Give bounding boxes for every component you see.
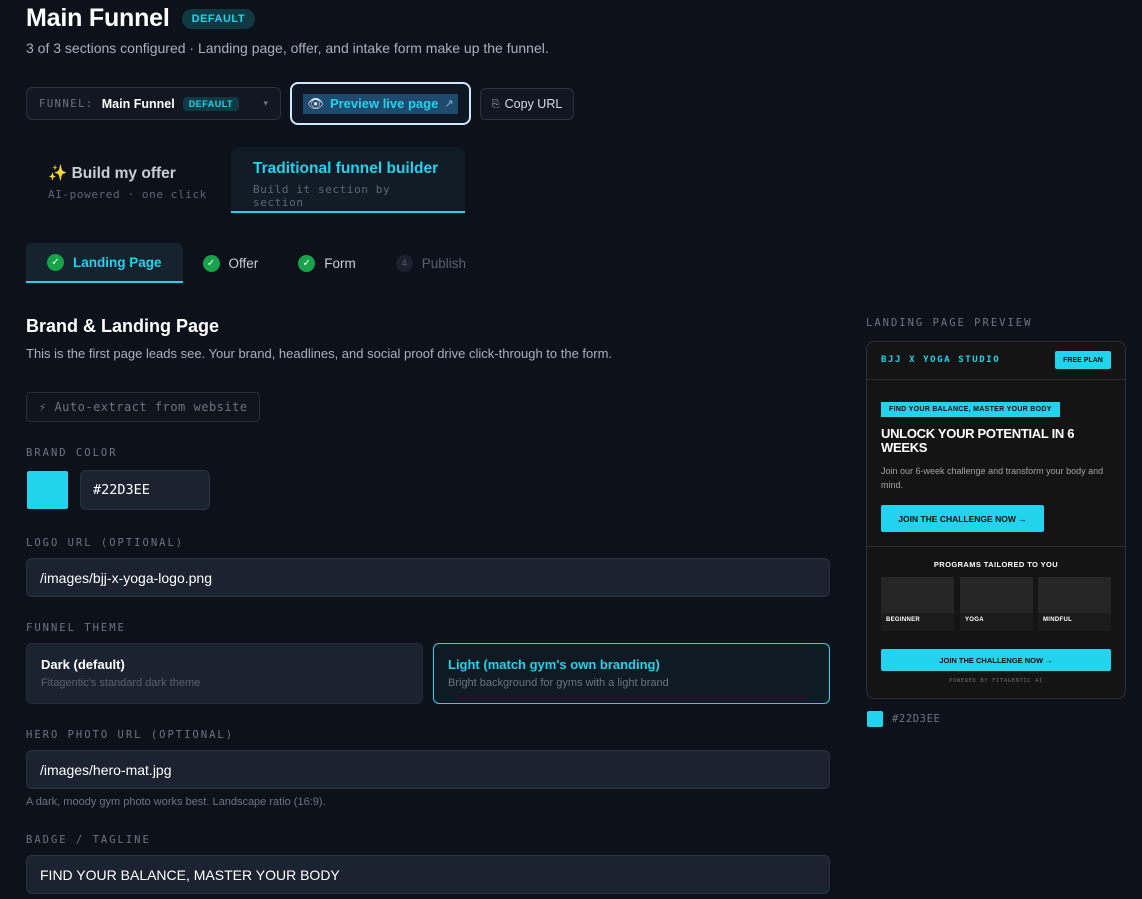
funnel-select-label: FUNNEL: — [39, 97, 94, 110]
step-offer[interactable]: ✓ Offer — [183, 243, 279, 283]
theme-option-dark-title: Dark (default) — [41, 657, 125, 672]
preview-cta-bottom-button: JOIN THE CHALLENGE NOW → — [881, 649, 1111, 671]
check-icon: ✓ — [202, 254, 220, 272]
theme-option-dark[interactable]: Dark (default) Fitagentic's standard dar… — [26, 643, 423, 704]
tab-build-my-offer-subtitle: AI-powered · one click — [48, 188, 207, 201]
logo-url-input[interactable]: /images/bjj-x-yoga-logo.png — [26, 558, 830, 597]
preview-programs-title: PROGRAMS TAILORED TO YOU — [933, 560, 1059, 569]
eye-icon: 👁 — [307, 95, 324, 111]
preview-color-chip — [867, 711, 883, 727]
preview-live-page-label: Preview live page — [329, 96, 439, 111]
step-form-label: Form — [324, 255, 356, 271]
step-publish[interactable]: 4 Publish — [376, 243, 486, 283]
tab-build-my-offer[interactable]: ✨ Build my offer AI-powered · one click — [26, 147, 231, 213]
funnel-select-value: Main Funnel — [101, 96, 175, 111]
preview-free-plan-button: FREE PLAN — [1055, 351, 1111, 369]
auto-extract-button[interactable]: ⚡ Auto-extract from website — [26, 392, 260, 422]
theme-option-light-subtitle: Bright background for gyms with a light … — [448, 677, 669, 689]
preview-nav: BJJ X YOGA STUDIO FREE PLAN — [867, 342, 1125, 380]
funnel-theme-label: FUNNEL THEME — [26, 622, 126, 634]
badge-tagline-input[interactable]: FIND YOUR BALANCE, MASTER YOUR BODY — [26, 855, 830, 894]
preview-program-card: MINDFUL — [1038, 577, 1111, 631]
default-badge: DEFAULT — [181, 8, 256, 29]
step-offer-label: Offer — [228, 255, 259, 271]
step-form[interactable]: ✓ Form — [278, 243, 376, 283]
funnel-default-badge: DEFAULT — [182, 96, 240, 111]
preview-program-label: MINDFUL — [1038, 613, 1111, 631]
brand-color-swatch[interactable] — [27, 471, 68, 509]
tab-traditional-funnel-builder[interactable]: Traditional funnel builder Build it sect… — [231, 147, 465, 213]
page-header: Main Funnel DEFAULT — [26, 4, 256, 33]
preview-program-card: BEGINNER — [881, 577, 954, 631]
copy-url-label: Copy URL — [504, 97, 563, 111]
hero-photo-input[interactable]: /images/hero-mat.jpg — [26, 750, 830, 789]
hero-photo-helper: A dark, moody gym photo works best. Land… — [26, 796, 326, 808]
step-number-icon: 4 — [395, 254, 413, 272]
tab-traditional-funnel-builder-title: Traditional funnel builder — [253, 160, 439, 177]
preview-divider — [867, 546, 1125, 547]
theme-option-light-title: Light (match gym's own branding) — [448, 657, 660, 672]
copy-url-button[interactable]: ⎘ Copy URL — [480, 88, 574, 120]
preview-headline: UNLOCK YOUR POTENTIAL IN 6 WEEKS — [881, 426, 1075, 455]
chevron-down-icon: ▾ — [263, 98, 268, 108]
theme-option-dark-subtitle: Fitagentic's standard dark theme — [41, 677, 201, 689]
step-tabs: ✓ Landing Page ✓ Offer ✓ Form 4 Publish — [26, 243, 486, 283]
copy-icon: ⎘ — [491, 98, 500, 110]
preview-program-image — [960, 577, 1033, 613]
badge-tagline-label: BADGE / TAGLINE — [26, 834, 151, 846]
check-icon: ✓ — [47, 253, 64, 271]
external-link-icon: ↗ — [444, 98, 454, 110]
step-landing-page-label: Landing Page — [73, 254, 162, 270]
brand-color-input[interactable]: #22D3EE — [80, 470, 210, 510]
step-publish-label: Publish — [421, 255, 467, 271]
page-subtitle: 3 of 3 sections configured · Landing pag… — [26, 40, 549, 56]
preview-live-page-button[interactable]: 👁 Preview live page ↗ — [290, 82, 471, 125]
preview-color-hex: #22D3EE — [892, 713, 941, 725]
brand-color-label: BRAND COLOR — [26, 447, 118, 459]
section-title: Brand & Landing Page — [26, 316, 220, 336]
preview-program-label: BEGINNER — [881, 613, 954, 631]
preview-cta-button: JOIN THE CHALLENGE NOW → — [881, 505, 1044, 532]
page-title: Main Funnel — [26, 4, 170, 32]
theme-option-light[interactable]: Light (match gym's own branding) Bright … — [433, 643, 830, 704]
preview-powered-by: POWERED BY FITAGENTIC AI — [949, 678, 1043, 684]
preview-brand: BJJ X YOGA STUDIO — [881, 355, 1001, 365]
preview-program-card: YOGA — [960, 577, 1033, 631]
check-icon: ✓ — [298, 254, 316, 272]
hero-photo-label: HERO PHOTO URL (OPTIONAL) — [26, 729, 235, 741]
preview-program-label: YOGA — [960, 613, 1033, 631]
preview-badge: FIND YOUR BALANCE, MASTER YOUR BODY — [881, 402, 1060, 417]
preview-program-image — [881, 577, 954, 613]
tab-build-my-offer-title: ✨ Build my offer — [48, 165, 176, 182]
preview-subheadline: Join our 6-week challenge and transform … — [881, 466, 1104, 490]
logo-url-label: LOGO URL (OPTIONAL) — [26, 537, 185, 549]
preview-program-image — [1038, 577, 1111, 613]
landing-page-preview-label: LANDING PAGE PREVIEW — [866, 317, 1033, 329]
step-landing-page[interactable]: ✓ Landing Page — [26, 243, 183, 283]
landing-page-preview: BJJ X YOGA STUDIO FREE PLAN FIND YOUR BA… — [866, 341, 1126, 699]
funnel-select[interactable]: FUNNEL: Main Funnel DEFAULT ▾ — [26, 87, 281, 120]
section-description: This is the first page leads see. Your b… — [26, 346, 613, 361]
tab-traditional-funnel-builder-subtitle: Build it section by section — [253, 183, 391, 209]
